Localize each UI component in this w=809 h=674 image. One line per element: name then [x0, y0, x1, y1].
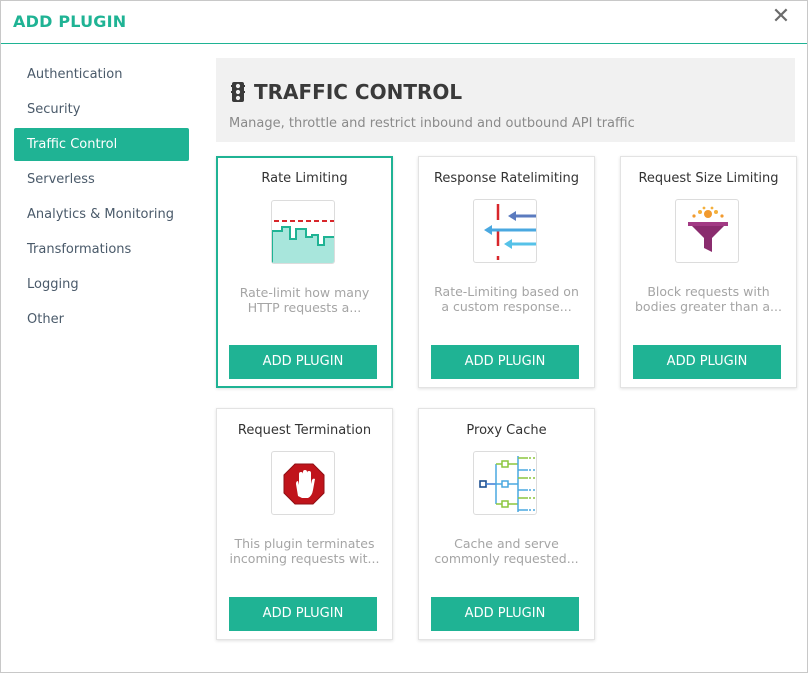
stop-hand-icon [271, 451, 335, 515]
plugin-card-proxy-cache[interactable]: Proxy Cache Cache and serve commonly req… [418, 408, 595, 640]
plugin-description: Cache and serve commonly requested... [434, 536, 579, 566]
modal-title: ADD PLUGIN [13, 12, 127, 31]
funnel-icon [675, 199, 739, 263]
category-sidebar: Authentication Security Traffic Control … [14, 58, 189, 338]
category-heading: TRAFFIC CONTROL [231, 80, 462, 104]
add-plugin-button[interactable]: ADD PLUGIN [431, 345, 579, 379]
plugin-card-rate-limiting[interactable]: Rate Limiting Rate-limit how many HTTP r… [216, 156, 393, 388]
plugin-description: Rate-limit how many HTTP requests a... [239, 285, 370, 315]
plugin-description: Rate-Limiting based on a custom response… [434, 284, 579, 314]
plugin-title: Response Ratelimiting [433, 171, 580, 186]
plugin-description: Block requests with bodies greater than … [635, 284, 782, 314]
category-description: Manage, throttle and restrict inbound an… [229, 116, 635, 131]
add-plugin-button[interactable]: ADD PLUGIN [633, 345, 781, 379]
plugin-card-request-size-limiting[interactable]: Request Size Limiting Block requests wit… [620, 156, 797, 388]
category-title: TRAFFIC CONTROL [254, 80, 463, 104]
plugin-title: Rate Limiting [261, 171, 348, 186]
add-plugin-button[interactable]: ADD PLUGIN [229, 597, 377, 631]
close-icon[interactable]: ✕ [771, 6, 791, 28]
sidebar-item-transformations[interactable]: Transformations [14, 233, 189, 266]
rate-limiting-icon [271, 200, 335, 264]
sidebar-item-logging[interactable]: Logging [14, 268, 189, 301]
plugin-card-response-ratelimiting[interactable]: Response Ratelimiting Rate-Limiting base… [418, 156, 595, 388]
category-banner: TRAFFIC CONTROL Manage, throttle and res… [216, 58, 795, 142]
sidebar-item-other[interactable]: Other [14, 303, 189, 336]
plugin-title: Request Size Limiting [638, 171, 779, 186]
sidebar-item-traffic-control[interactable]: Traffic Control [14, 128, 189, 161]
sidebar-item-analytics-monitoring[interactable]: Analytics & Monitoring [14, 198, 189, 231]
sidebar-item-serverless[interactable]: Serverless [14, 163, 189, 196]
sidebar-item-security[interactable]: Security [14, 93, 189, 126]
add-plugin-button[interactable]: ADD PLUGIN [229, 345, 377, 379]
plugin-card-request-termination[interactable]: Request Termination This plugin terminat… [216, 408, 393, 640]
sidebar-item-authentication[interactable]: Authentication [14, 58, 189, 91]
response-ratelimiting-icon [473, 199, 537, 263]
plugin-description: This plugin terminates incoming requests… [229, 536, 380, 566]
traffic-light-icon [231, 82, 245, 102]
plugin-title: Proxy Cache [466, 423, 547, 438]
modal-header: ADD PLUGIN ✕ [1, 1, 807, 44]
add-plugin-modal: ADD PLUGIN ✕ Authentication Security Tra… [0, 0, 808, 673]
proxy-cache-icon [473, 451, 537, 515]
plugin-title: Request Termination [237, 423, 372, 438]
add-plugin-button[interactable]: ADD PLUGIN [431, 597, 579, 631]
